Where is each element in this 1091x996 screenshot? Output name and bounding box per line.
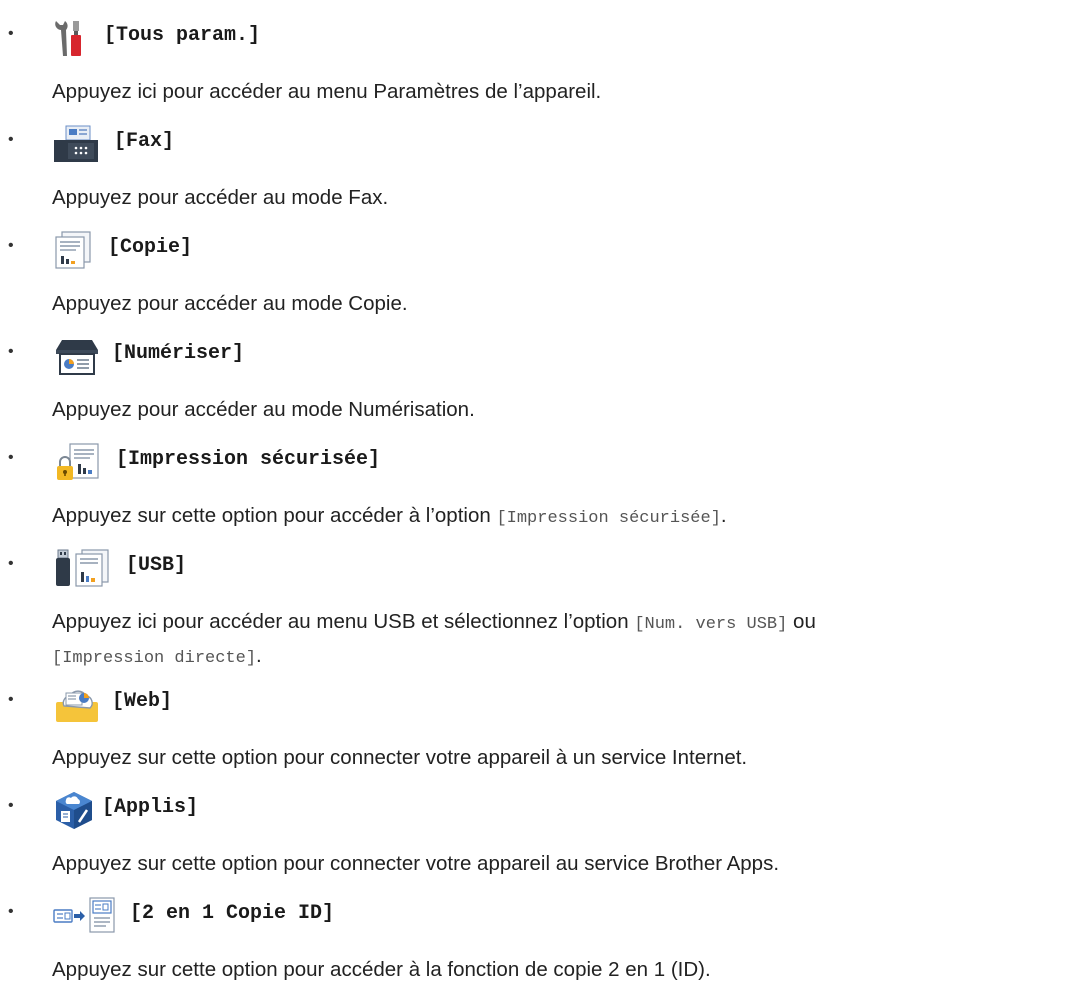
list-item-fax: • [Fax] Appuyez pour accéder au mode Fax… xyxy=(0,124,1091,209)
scanner-icon xyxy=(52,336,100,376)
item-description: Appuyez pour accéder au mode Numérisatio… xyxy=(52,398,475,421)
fax-icon xyxy=(52,124,100,164)
bullet: • xyxy=(8,25,14,42)
item-description: Appuyez sur cette option pour connecter … xyxy=(52,746,748,769)
list-item-scan: • [Numériser] Appuyez pour accéder au mo… xyxy=(0,336,1091,421)
description-text: Appuyez sur cette option pour accéder à … xyxy=(52,504,497,527)
usb-icon xyxy=(52,548,112,588)
item-description: Appuyez ici pour accéder au menu Paramèt… xyxy=(52,80,602,103)
bullet: • xyxy=(8,449,14,466)
bullet: • xyxy=(8,237,14,254)
description-text: . xyxy=(256,644,262,667)
list-item-apps: • [Applis] Appuyez sur cette option pour… xyxy=(0,790,1091,875)
bullet: • xyxy=(8,131,14,148)
item-title[interactable]: [Impression sécurisée] xyxy=(116,448,380,472)
settings-list: • [Tous param.] Appuyez ici pour accéder… xyxy=(0,0,1091,996)
list-item-secure-print: • [Impression sécurisée] Appuyez sur cet… xyxy=(0,442,1091,528)
apps-cube-icon xyxy=(52,790,96,830)
option-code: [Impression directe] xyxy=(52,649,257,668)
list-item-usb: • [USB] Appuyez ici pour accéder au menu… xyxy=(0,548,1091,668)
item-title[interactable]: [Applis] xyxy=(102,796,198,820)
bullet: • xyxy=(8,903,14,920)
item-title[interactable]: [Fax] xyxy=(114,130,174,154)
item-title[interactable]: [Copie] xyxy=(108,236,192,260)
bullet: • xyxy=(8,343,14,360)
id-copy-icon xyxy=(52,896,116,936)
item-description: Appuyez pour accéder au mode Fax. xyxy=(52,186,389,209)
option-code: [Num. vers USB] xyxy=(634,615,788,634)
item-description: Appuyez ici pour accéder au menu USB et … xyxy=(52,606,1087,674)
item-description: Appuyez sur cette option pour connecter … xyxy=(52,852,780,875)
list-item-web: • [Web] Appuyez sur cette option pour co… xyxy=(0,684,1091,769)
bullet: • xyxy=(8,691,14,708)
description-text: ou xyxy=(787,610,816,633)
list-item-all-settings: • [Tous param.] Appuyez ici pour accéder… xyxy=(0,18,1091,103)
web-cloud-icon xyxy=(52,684,102,724)
bullet: • xyxy=(8,797,14,814)
item-title[interactable]: [2 en 1 Copie ID] xyxy=(130,902,334,926)
item-description: Appuyez sur cette option pour accéder à … xyxy=(52,958,711,981)
item-title[interactable]: [Web] xyxy=(112,690,172,714)
description-text: . xyxy=(720,504,727,527)
list-item-id-copy: • [2 en 1 Copie ID] Appuyez sur cette op… xyxy=(0,896,1091,981)
item-description: Appuyez sur cette option pour accéder à … xyxy=(52,500,1087,534)
description-text: Appuyez ici pour accéder au menu USB et … xyxy=(52,610,635,633)
tools-icon xyxy=(52,18,96,58)
copy-icon xyxy=(52,230,96,270)
bullet: • xyxy=(8,555,14,572)
item-title[interactable]: [Tous param.] xyxy=(104,24,260,48)
item-title[interactable]: [USB] xyxy=(126,554,186,578)
secure-print-icon xyxy=(52,442,104,482)
item-title[interactable]: [Numériser] xyxy=(112,342,244,366)
item-description: Appuyez pour accéder au mode Copie. xyxy=(52,292,408,315)
list-item-copy: • [Copie] Appuyez pour accéder au mode C… xyxy=(0,230,1091,315)
option-code: [Impression sécurisée] xyxy=(496,509,721,528)
